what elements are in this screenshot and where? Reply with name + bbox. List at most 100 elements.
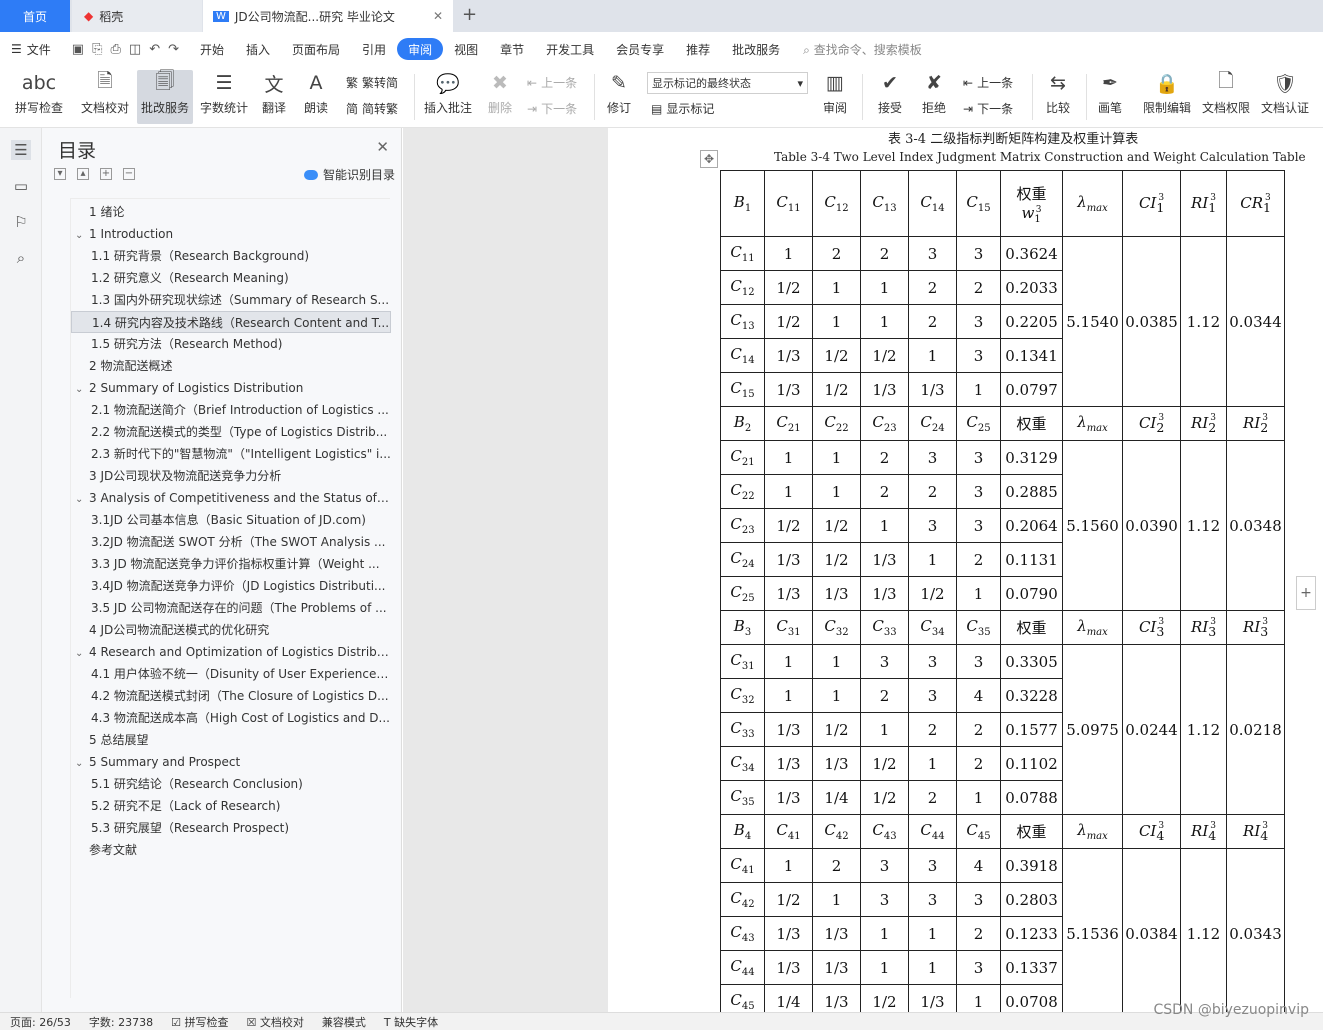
toc-item[interactable]: 5.2 研究不足（Lack of Research) [71,795,391,817]
save-icon[interactable]: ▣ [72,42,84,57]
chevron-down-icon[interactable]: ⌄ [75,489,89,509]
track-changes-button[interactable]: ✎ 修订 [599,70,639,124]
missing-font[interactable]: T 缺失字体 [384,1014,438,1030]
smart-toc-button[interactable]: 智能识别目录 [304,166,395,183]
pen-button[interactable]: ✒ 画笔 [1092,70,1128,124]
toc-item[interactable]: 4.2 物流配送模式封闭（The Closure of Logistics D.… [71,685,391,707]
toc-icon[interactable]: ☰ [11,140,31,160]
toc-item[interactable]: 1.5 研究方法（Research Method) [71,333,391,355]
close-icon[interactable]: ✕ [433,9,443,23]
toc-item[interactable]: 3.5 JD 公司物流配送存在的问题（The Problems of ... [71,597,391,619]
toc-item[interactable]: 3.2JD 物流配送 SWOT 分析（The SWOT Analysis ... [71,531,391,553]
page-indicator[interactable]: 页面: 26/53 [10,1014,71,1030]
expand-up-icon[interactable]: ▴ [77,168,89,180]
toc-item[interactable]: 参考文献 [71,839,391,861]
new-tab-button[interactable]: + [462,4,477,25]
add-row-button[interactable]: + [1296,576,1316,610]
menu-item[interactable]: 开始 [189,38,235,60]
delete-comment-button[interactable]: ✖ 删除 [480,70,520,124]
toc-item[interactable]: 2.3 新时代下的"智慧物流"（"Intelligent Logistics" … [71,443,391,465]
bookmark-icon[interactable]: ⚐ [11,212,31,232]
menu-item[interactable]: 插入 [235,38,281,60]
read-aloud-button[interactable]: A 朗读 [298,70,334,124]
toc-item[interactable]: 2.2 物流配送模式的类型（Type of Logistics Distrib.… [71,421,391,443]
toc-item[interactable]: ⌄ 4 Research and Optimization of Logistic… [71,641,391,663]
toc-item[interactable]: 4.3 物流配送成本高（High Cost of Logistics and D… [71,707,391,729]
toc-item[interactable]: 5.3 研究展望（Research Prospect) [71,817,391,839]
doc-cert-button[interactable]: 🛡 文档认证 [1258,70,1312,124]
export-icon[interactable]: ⎘ [92,42,102,57]
toc-item[interactable]: 3.3 JD 物流配送竞争力评价指标权重计算（Weight ... [71,553,391,575]
prev-change-button[interactable]: ⇤ 上一条 [963,74,1013,91]
spell-check-button[interactable]: abc 拼写检查 [8,70,70,124]
tab-document[interactable]: W JD公司物流配...研究 毕业论文 ✕ [203,0,453,32]
tab-daoke[interactable]: ◆ 稻壳 [72,0,202,32]
toc-item[interactable]: ⌄ 1 Introduction [71,223,391,245]
close-icon[interactable]: ✕ [376,138,389,156]
word-count[interactable]: 字数: 23738 [89,1014,153,1030]
toc-item[interactable]: ⌄ 3 Analysis of Competitiveness and the S… [71,487,391,509]
redo-icon[interactable]: ↷ [168,42,179,57]
review-pane-button[interactable]: ▥ 审阅 [815,70,855,124]
menu-item[interactable]: 页面布局 [281,38,351,60]
restrict-editing-button[interactable]: 🔒 限制编辑 [1140,70,1194,124]
toc-item[interactable]: 3 JD公司现状及物流配送竞争力分析 [71,465,391,487]
toc-item[interactable]: 4 JD公司物流配送模式的优化研究 [71,619,391,641]
toc-item[interactable]: 4.1 用户体验不统一（Disunity of User Experience … [71,663,391,685]
next-change-button[interactable]: ⇥ 下一条 [963,100,1013,117]
markup-state-select[interactable]: 显示标记的最终状态 ▾ [647,72,808,94]
chapter-icon[interactable]: ▭ [11,176,31,196]
proofread-button[interactable]: 🗎 文档校对 [76,70,134,124]
menu-item[interactable]: 引用 [351,38,397,60]
toc-item[interactable]: 1.1 研究背景（Research Background) [71,245,391,267]
proofread-status[interactable]: ☒ 文档校对 [246,1014,303,1030]
menu-item[interactable]: 章节 [489,38,535,60]
prev-comment-button[interactable]: ⇤ 上一条 [527,74,577,91]
menu-item[interactable]: 视图 [443,38,489,60]
menu-item[interactable]: 推荐 [675,38,721,60]
menu-item[interactable]: 开发工具 [535,38,605,60]
accept-button[interactable]: ✔ 接受 [870,70,910,124]
reject-button[interactable]: ✘ 拒绝 [914,70,954,124]
toc-item[interactable]: ⌄ 2 Summary of Logistics Distribution [71,377,391,399]
minus-icon[interactable]: − [123,168,135,180]
toc-item[interactable]: 5.1 研究结论（Research Conclusion) [71,773,391,795]
doc-permission-button[interactable]: 🗋 文档权限 [1199,70,1253,124]
translate-button[interactable]: 文翻译 [255,70,293,124]
move-icon[interactable]: ✥ [700,150,718,168]
toc-item[interactable]: 1 绪论 [71,201,391,223]
toc-item[interactable]: 5 总结展望 [71,729,391,751]
chevron-down-icon[interactable]: ⌄ [75,379,89,399]
toc-item[interactable]: 3.1JD 公司基本信息（Basic Situation of JD.com) [71,509,391,531]
toc-item[interactable]: 1.2 研究意义（Research Meaning) [71,267,391,289]
preview-icon[interactable]: ◫ [129,42,141,57]
command-search[interactable]: ⌕ 查找命令、搜索模板 [803,41,922,58]
grading-service-button[interactable]: 🗐 批改服务 [137,70,193,124]
toc-item[interactable]: 3.4JD 物流配送竞争力评价（JD Logistics Distributi.… [71,575,391,597]
menu-item[interactable]: 批改服务 [721,38,791,60]
chevron-down-icon[interactable]: ⌄ [75,753,89,773]
insert-comment-button[interactable]: 💬 插入批注 [421,70,475,124]
simp-to-trad-button[interactable]: 简简转繁 [346,100,398,117]
plus-icon[interactable]: + [100,168,112,180]
search-icon[interactable]: ⌕ [11,248,31,268]
collapse-all-icon[interactable]: ▾ [54,168,66,180]
toc-item[interactable]: ⌄ 5 Summary and Prospect [71,751,391,773]
spell-check-status[interactable]: ☑ 拼写检查 [171,1014,228,1030]
trad-to-simp-button[interactable]: 繁繁转简 [346,74,398,91]
toc-item[interactable]: 2.1 物流配送简介（Brief Introduction of Logisti… [71,399,391,421]
undo-icon[interactable]: ↶ [149,42,160,57]
compare-button[interactable]: ⇆ 比较 [1038,70,1078,124]
tab-home[interactable]: 首页 [0,0,70,32]
print-icon[interactable]: ⎙ [110,42,120,57]
toc-item[interactable]: 2 物流配送概述 [71,355,391,377]
menu-item-active[interactable]: 审阅 [397,38,444,60]
file-menu[interactable]: ☰ 文件 [0,38,62,60]
show-markup-button[interactable]: ▤ 显示标记 [651,100,714,117]
chevron-down-icon[interactable]: ⌄ [75,643,89,663]
toc-item[interactable]: 1.3 国内外研究现状综述（Summary of Research S... [71,289,391,311]
menu-item[interactable]: 会员专享 [605,38,675,60]
word-count-button[interactable]: ☰ 字数统计 [197,70,251,124]
chevron-down-icon[interactable]: ⌄ [75,225,89,245]
next-comment-button[interactable]: ⇥ 下一条 [527,100,577,117]
